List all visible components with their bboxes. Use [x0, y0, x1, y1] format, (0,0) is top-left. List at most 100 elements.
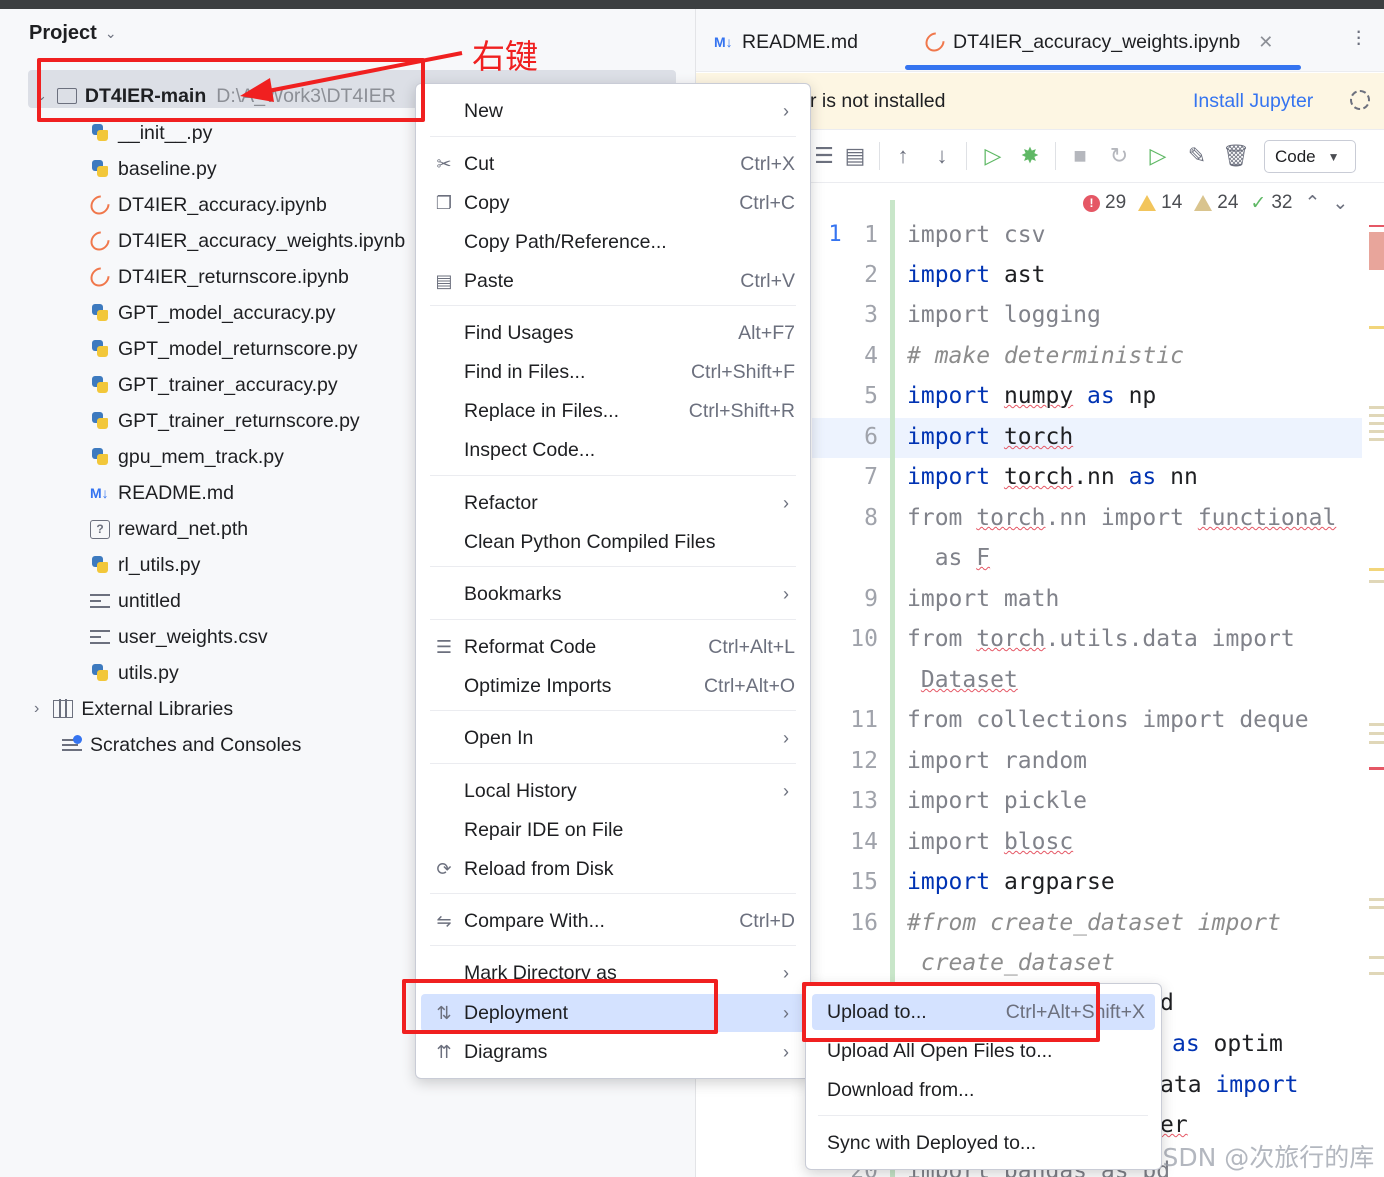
menu-item-optimize-imports[interactable]: Optimize Imports Ctrl+Alt+O — [421, 667, 805, 705]
project-view-selector[interactable]: Project ⌄ — [29, 20, 117, 46]
menu-item-label: Repair IDE on File — [464, 818, 624, 841]
banner-message: r is not installed — [810, 90, 946, 112]
submenu-item-shortcut: Ctrl+Alt+Shift+X — [1005, 1000, 1145, 1023]
warning-mark — [1369, 741, 1384, 744]
menu-item-paste[interactable]: ▤ Paste Ctrl+V — [421, 262, 805, 300]
install-jupyter-link[interactable]: Install Jupyter — [1193, 90, 1313, 113]
tree-file-item[interactable]: GPT_model_accuracy.py — [90, 296, 335, 330]
project-title: Project — [29, 21, 97, 44]
stop-icon[interactable]: ■ — [1068, 143, 1092, 169]
code-token: as — [1114, 464, 1171, 490]
submenu-item-upload-to[interactable]: Upload to... Ctrl+Alt+Shift+X — [812, 994, 1155, 1030]
line-number: 15 — [850, 869, 878, 895]
copy-cell-icon[interactable]: ☰ — [812, 143, 836, 169]
tree-external-libraries[interactable]: › External Libraries — [34, 692, 233, 726]
file-name: rl_utils.py — [118, 553, 201, 576]
tree-file-item[interactable]: baseline.py — [90, 152, 217, 186]
tree-file-item[interactable]: utils.py — [90, 656, 179, 690]
close-icon[interactable]: ✕ — [1258, 32, 1273, 53]
move-up-icon[interactable]: ↑ — [891, 143, 915, 169]
submenu-item-sync-with-deployed-to[interactable]: Sync with Deployed to... — [812, 1125, 1155, 1161]
paste-cell-icon[interactable]: ▤ — [843, 143, 867, 169]
move-down-icon[interactable]: ↓ — [930, 143, 954, 169]
file-name: DT4IER_accuracy.ipynb — [118, 193, 327, 216]
python-file-icon — [90, 375, 110, 395]
menu-item-copy-path-reference[interactable]: Copy Path/Reference... — [421, 223, 805, 261]
tree-file-item[interactable]: M↓ README.md — [90, 476, 234, 510]
run-cell-icon[interactable]: ▷ — [981, 143, 1005, 169]
code-token: ata — [1160, 1072, 1216, 1098]
menu-item-bookmarks[interactable]: Bookmarks › — [421, 575, 805, 613]
tree-file-item[interactable]: gpu_mem_track.py — [90, 440, 284, 474]
tree-file-item[interactable]: DT4IER_accuracy_weights.ipynb — [86, 224, 406, 258]
gear-icon[interactable] — [1350, 90, 1370, 110]
tree-scratches[interactable]: Scratches and Consoles — [62, 728, 301, 762]
menu-item-local-history[interactable]: Local History › — [421, 772, 805, 810]
tree-file-item[interactable]: DT4IER_accuracy.ipynb — [86, 188, 327, 222]
menu-item-open-in[interactable]: Open In › — [421, 719, 805, 757]
code-line-fragment: er — [1160, 1112, 1188, 1138]
menu-item-diagrams[interactable]: ⇈ Diagrams › — [421, 1033, 805, 1071]
submenu-item-upload-all-open-files-to[interactable]: Upload All Open Files to... — [812, 1033, 1155, 1069]
line-number: 13 — [850, 788, 878, 814]
tree-file-item[interactable]: GPT_trainer_accuracy.py — [90, 368, 338, 402]
tree-file-item[interactable]: ? reward_net.pth — [90, 512, 248, 546]
restart-icon[interactable]: ↻ — [1107, 143, 1131, 169]
tree-file-item[interactable]: GPT_trainer_returnscore.py — [90, 404, 360, 438]
error-stripe[interactable] — [1362, 200, 1384, 1177]
menu-item-reformat-code[interactable]: ☰ Reformat Code Ctrl+Alt+L — [421, 628, 805, 666]
menu-item-cut[interactable]: ✂ Cut Ctrl+X — [421, 145, 805, 183]
menu-item-replace-in-files[interactable]: Replace in Files... Ctrl+Shift+R — [421, 392, 805, 430]
chevron-up-icon[interactable]: ⌃ — [1304, 192, 1320, 215]
menu-item-find-in-files[interactable]: Find in Files... Ctrl+Shift+F — [421, 353, 805, 391]
submenu-item-label: Sync with Deployed to... — [827, 1131, 1037, 1154]
tab-notebook-active[interactable]: DT4IER_accuracy_weights.ipynb ✕ — [921, 28, 1273, 56]
tree-file-item[interactable]: rl_utils.py — [90, 548, 200, 582]
chevron-down-icon[interactable]: ⌄ — [36, 88, 47, 104]
trash-icon[interactable]: 🗑 — [1222, 143, 1250, 169]
menu-item-compare-with[interactable]: ⇋ Compare With... Ctrl+D — [421, 902, 805, 940]
tree-file-item[interactable]: DT4IER_returnscore.ipynb — [86, 260, 349, 294]
debug-cell-icon[interactable]: ✸ — [1018, 143, 1042, 169]
chevron-down-icon[interactable]: ⌄ — [1332, 192, 1348, 215]
chevron-down-icon: ▼ — [1327, 149, 1340, 164]
chevron-right-icon[interactable]: › — [34, 700, 39, 718]
menu-item-label: Inspect Code... — [464, 438, 596, 461]
weak-warning-count: 24 — [1217, 192, 1239, 213]
python-file-icon — [90, 159, 110, 179]
menu-item-find-usages[interactable]: Find Usages Alt+F7 — [421, 314, 805, 352]
tree-file-item[interactable]: __init__.py — [90, 116, 212, 150]
menu-item-clean-python-compiled-files[interactable]: Clean Python Compiled Files — [421, 523, 805, 561]
markdown-icon: M↓ — [714, 34, 733, 50]
menu-item-repair-ide-on-file[interactable]: Repair IDE on File — [421, 811, 805, 849]
clear-outputs-icon[interactable]: ✎ — [1185, 143, 1209, 169]
code-token: import — [907, 869, 1004, 895]
menu-item-reload-from-disk[interactable]: ⟳ Reload from Disk — [421, 850, 805, 888]
menu-separator — [430, 763, 796, 764]
error-icon: ! — [1083, 194, 1100, 212]
tree-file-item[interactable]: untitled — [90, 584, 181, 618]
menu-item-refactor[interactable]: Refactor › — [421, 484, 805, 522]
menu-item-inspect-code[interactable]: Inspect Code... — [421, 431, 805, 469]
inspection-widget[interactable]: ! 29 14 24 ✓ 32 ⌃ ⌄ — [1083, 188, 1349, 218]
warning-mark — [1369, 568, 1384, 571]
code-line: from collections import deque — [907, 707, 1309, 733]
menu-item-label: Copy — [464, 191, 510, 214]
code-line: Dataset — [907, 667, 1018, 693]
menu-item-copy[interactable]: ❐ Copy Ctrl+C — [421, 184, 805, 222]
menu-item-deployment[interactable]: ⇅ Deployment › — [421, 994, 805, 1032]
menu-item-shortcut: Ctrl+Shift+R — [688, 399, 795, 422]
tree-file-item[interactable]: GPT_model_returnscore.py — [90, 332, 358, 366]
file-name: DT4IER_accuracy_weights.ipynb — [118, 229, 406, 252]
submenu-item-download-from[interactable]: Download from... — [812, 1072, 1155, 1108]
menu-item-mark-directory-as[interactable]: Mark Directory as › — [421, 954, 805, 992]
tab-readme[interactable]: M↓ README.md — [714, 29, 858, 55]
notebook-file-icon — [86, 263, 114, 291]
run-all-icon[interactable]: ▷ — [1146, 143, 1170, 169]
cell-type-dropdown[interactable]: Code ▼ — [1264, 140, 1356, 173]
line-number: 12 — [850, 748, 878, 774]
menu-item-new[interactable]: New › — [421, 92, 805, 130]
tree-file-item[interactable]: user_weights.csv — [90, 620, 268, 654]
more-options-icon[interactable]: · · · — [1355, 20, 1362, 54]
chevron-right-icon: › — [783, 492, 789, 513]
